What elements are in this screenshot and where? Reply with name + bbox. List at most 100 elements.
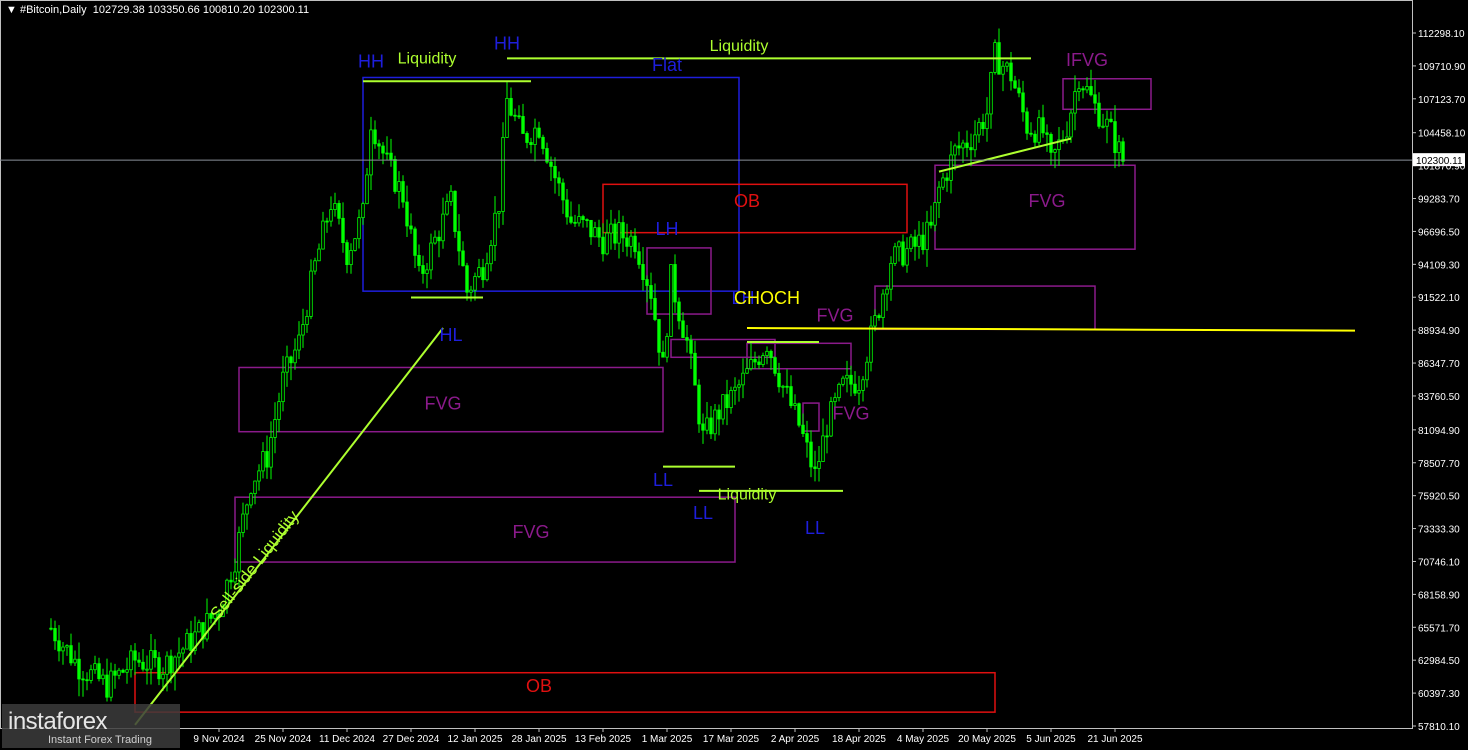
candle-body — [341, 217, 345, 244]
candle-body — [521, 116, 525, 134]
candle-body — [613, 223, 617, 244]
candle-body — [81, 678, 85, 681]
date-tick-label: 25 Nov 2024 — [255, 734, 312, 745]
candle-body — [549, 161, 553, 167]
candle-body — [713, 409, 717, 435]
candle-body — [469, 289, 473, 293]
candle-body — [957, 145, 961, 149]
label-liquidity: Liquidity — [398, 50, 457, 67]
price-tick-label: 91522.10 — [1418, 293, 1460, 304]
candle-body — [629, 235, 633, 247]
candle-body — [141, 661, 145, 670]
symbol-label: #Bitcoin,Daily — [19, 4, 87, 16]
candle-body — [401, 181, 405, 203]
candle-body — [325, 220, 329, 223]
candle-body — [169, 655, 173, 674]
candle-body — [617, 222, 621, 244]
label-flat: Flat — [652, 55, 682, 75]
candle-body — [733, 386, 737, 391]
candle-body — [157, 657, 161, 680]
price-tick-label: 60397.30 — [1418, 689, 1460, 700]
candle-body — [921, 234, 925, 251]
candle-body — [525, 133, 529, 143]
candle-body — [797, 403, 801, 426]
date-tick-label: 27 Dec 2024 — [383, 734, 440, 745]
candle-body — [941, 177, 945, 188]
candle-body — [249, 493, 253, 506]
price-chart[interactable]: HHHHFlatLHHLLLLLLHLLCHOCHLiquidityLiquid… — [0, 0, 1468, 750]
candle-body — [445, 201, 449, 215]
candle-body — [697, 384, 701, 425]
price-tick-label: 75920.50 — [1418, 492, 1460, 503]
candle-body — [361, 203, 365, 219]
candle-body — [1097, 102, 1101, 127]
candle-body — [1033, 133, 1037, 143]
candle-body — [745, 368, 749, 374]
candle-body — [369, 129, 373, 176]
candle-body — [349, 250, 353, 266]
candle-body — [53, 628, 57, 642]
candle-body — [133, 650, 137, 661]
candle-body — [585, 219, 589, 221]
candle-body — [593, 227, 597, 238]
candle-body — [1109, 118, 1113, 122]
candle-body — [145, 668, 149, 671]
chart-header: ▼ #Bitcoin,Daily 102729.38 103350.66 100… — [6, 4, 309, 16]
candle-body — [661, 351, 665, 358]
candle-body — [789, 386, 793, 406]
candle-body — [821, 435, 825, 462]
candle-body — [969, 147, 973, 151]
price-tick-label: 70746.10 — [1418, 557, 1460, 568]
candle-body — [541, 136, 545, 149]
candle-body — [125, 669, 129, 673]
candle-body — [497, 211, 501, 214]
label-fvg: FVG — [1028, 191, 1065, 211]
candle-body — [153, 650, 157, 659]
candle-body — [377, 143, 381, 147]
candle-body — [505, 98, 509, 138]
candle-body — [121, 669, 125, 673]
candle-body — [69, 645, 73, 664]
candle-body — [889, 262, 893, 290]
candle-body — [517, 115, 521, 118]
candle-body — [649, 285, 653, 299]
candle-body — [645, 279, 649, 286]
candle-body — [1029, 132, 1033, 135]
candle-body — [253, 480, 257, 495]
candle-body — [385, 152, 389, 155]
candle-body — [177, 652, 181, 658]
label-liquidity: Liquidity — [718, 487, 777, 504]
candle-body — [853, 383, 857, 394]
dropdown-arrow-icon[interactable]: ▼ — [6, 4, 17, 16]
candle-body — [773, 357, 777, 374]
candle-body — [557, 177, 561, 184]
candle-body — [441, 213, 445, 242]
candle-body — [701, 423, 705, 431]
candle-body — [113, 670, 117, 676]
candle-body — [581, 216, 585, 220]
candle-body — [285, 356, 289, 373]
candle-body — [625, 237, 629, 247]
candle-body — [929, 221, 933, 226]
candle-body — [869, 325, 873, 363]
candle-body — [437, 236, 441, 242]
label-hl: HL — [439, 325, 462, 345]
candle-body — [633, 235, 637, 253]
candle-body — [1037, 117, 1041, 143]
candle-body — [481, 267, 485, 281]
candle-body — [205, 613, 209, 640]
price-tick-label: 104458.10 — [1418, 129, 1466, 140]
candle-body — [381, 145, 385, 154]
candle-body — [1053, 149, 1057, 153]
chart-background — [0, 0, 1468, 750]
candle-body — [601, 236, 605, 255]
date-tick-label: 5 Jun 2025 — [1026, 734, 1076, 745]
candle-body — [321, 220, 325, 250]
candle-body — [373, 129, 377, 145]
candle-body — [653, 298, 657, 320]
candle-body — [641, 264, 645, 281]
candle-body — [89, 669, 93, 681]
candle-body — [737, 384, 741, 388]
candle-body — [417, 254, 421, 266]
watermark: instaforex Instant Forex Trading — [2, 704, 180, 748]
